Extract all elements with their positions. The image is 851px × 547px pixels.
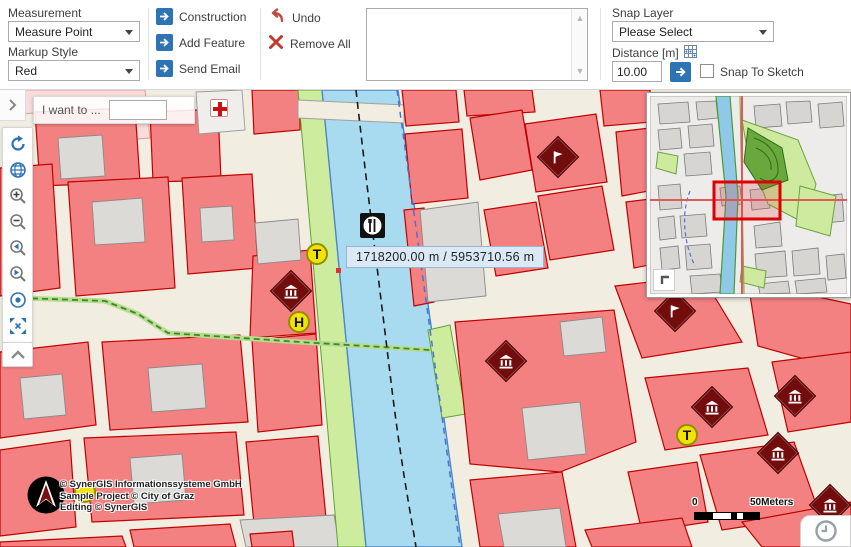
snap-to-sketch-label: Snap To Sketch (720, 65, 804, 79)
history-button[interactable] (800, 515, 851, 547)
zoom-out-icon (9, 213, 27, 231)
markup-style-label: Markup Style (8, 45, 78, 59)
map-canvas[interactable]: I want to ... T H T (0, 90, 851, 547)
map-toolbar (2, 127, 33, 343)
chevron-right-icon (8, 99, 17, 111)
museum-icon (284, 284, 299, 299)
overview-map[interactable] (646, 92, 851, 298)
museum-icon (705, 400, 720, 415)
measure-point (336, 268, 341, 273)
snap-to-sketch-checkbox[interactable] (700, 64, 714, 78)
i-want-to-widget: I want to ... (33, 96, 195, 124)
scroll-down-icon[interactable]: ▼ (575, 66, 585, 76)
distance-input[interactable] (612, 61, 662, 82)
scale-start-label: 0 (692, 497, 698, 508)
snap-layer-label: Snap Layer (612, 6, 673, 20)
flag-icon (551, 150, 565, 165)
measurement-dropdown[interactable]: Measure Point (8, 21, 140, 42)
zoom-previous-button[interactable] (3, 235, 32, 261)
zoom-next-icon (9, 265, 27, 283)
map-copyright: © SynerGIS Informationssysteme GmbH Samp… (60, 479, 242, 514)
corner-arrow-icon (658, 274, 671, 287)
museum-icon (499, 354, 514, 369)
markup-style-dropdown[interactable]: Red (8, 60, 140, 81)
overview-collapse-button[interactable] (653, 269, 675, 291)
snap-layer-dropdown[interactable]: Please Select (612, 21, 774, 42)
undo-button[interactable]: Undo (268, 8, 321, 27)
group-separator (600, 8, 601, 80)
listbox-scrollbar[interactable]: ▲ ▼ (571, 9, 587, 80)
expand-arrows-icon (9, 317, 27, 335)
chevron-down-icon (759, 30, 767, 35)
scroll-up-icon[interactable]: ▲ (575, 13, 585, 23)
toolbar-collapse-button[interactable] (2, 342, 33, 367)
add-feature-button[interactable]: Add Feature (156, 34, 245, 51)
tram-stop-marker[interactable]: T (306, 243, 328, 265)
locate-button[interactable] (3, 287, 32, 313)
first-aid-marker[interactable] (210, 99, 228, 117)
apply-distance-button[interactable] (670, 62, 691, 82)
refresh-icon (9, 135, 27, 153)
chevron-down-icon (125, 30, 133, 35)
grid-icon (684, 45, 697, 61)
panel-expander-button[interactable] (0, 90, 26, 121)
restaurant-marker[interactable] (360, 213, 385, 238)
send-email-button[interactable]: Send Email (156, 60, 240, 77)
markup-listbox[interactable]: ▲ ▼ (366, 8, 588, 81)
copyright-line: © SynerGIS Informationssysteme GmbH (60, 479, 242, 491)
undo-icon (268, 8, 286, 27)
globe-button[interactable] (3, 157, 32, 183)
zoom-in-button[interactable] (3, 183, 32, 209)
museum-icon (823, 498, 838, 513)
distance-label-row: Distance [m] (612, 45, 697, 61)
construction-button[interactable]: Construction (156, 8, 246, 25)
coordinate-tooltip: 1718200.00 m / 5953710.56 m (346, 246, 544, 268)
copyright-line: Sample Project © City of Graz (60, 491, 242, 503)
measurement-label: Measurement (8, 6, 81, 20)
globe-icon (9, 161, 27, 179)
overview-graphics (650, 96, 847, 294)
i-want-to-label: I want to ... (42, 103, 101, 117)
zoom-out-button[interactable] (3, 209, 32, 235)
locate-icon (9, 291, 27, 309)
flag-icon (668, 304, 682, 319)
museum-icon (788, 389, 803, 404)
copyright-line: Editing © SynerGIS (60, 502, 242, 514)
toolbar-ribbon: Measurement Measure Point Markup Style R… (0, 0, 851, 90)
full-extent-button[interactable] (3, 313, 32, 339)
group-separator (260, 8, 261, 80)
zoom-in-icon (9, 187, 27, 205)
group-separator (148, 8, 149, 80)
blue-arrow-icon (156, 60, 173, 77)
refresh-button[interactable] (3, 131, 32, 157)
chevron-down-icon (125, 69, 133, 74)
scale-end-label: 50Meters (750, 497, 793, 508)
tram-stop-marker[interactable]: T (676, 424, 698, 446)
remove-icon (268, 34, 284, 53)
museum-icon (771, 446, 786, 461)
scale-bar-graphic (694, 512, 760, 520)
clock-icon (814, 519, 838, 543)
distance-label: Distance [m] (612, 46, 679, 60)
remove-all-button[interactable]: Remove All (268, 34, 351, 53)
fork-knife-icon (362, 215, 383, 236)
chevron-up-icon (11, 350, 25, 359)
blue-arrow-icon (156, 34, 173, 51)
i-want-to-input[interactable] (109, 100, 167, 120)
blue-arrow-icon (156, 8, 173, 25)
gis-application: Measurement Measure Point Markup Style R… (0, 0, 851, 547)
zoom-previous-icon (9, 239, 27, 257)
zoom-next-button[interactable] (3, 261, 32, 287)
bus-stop-marker[interactable]: H (288, 311, 310, 333)
